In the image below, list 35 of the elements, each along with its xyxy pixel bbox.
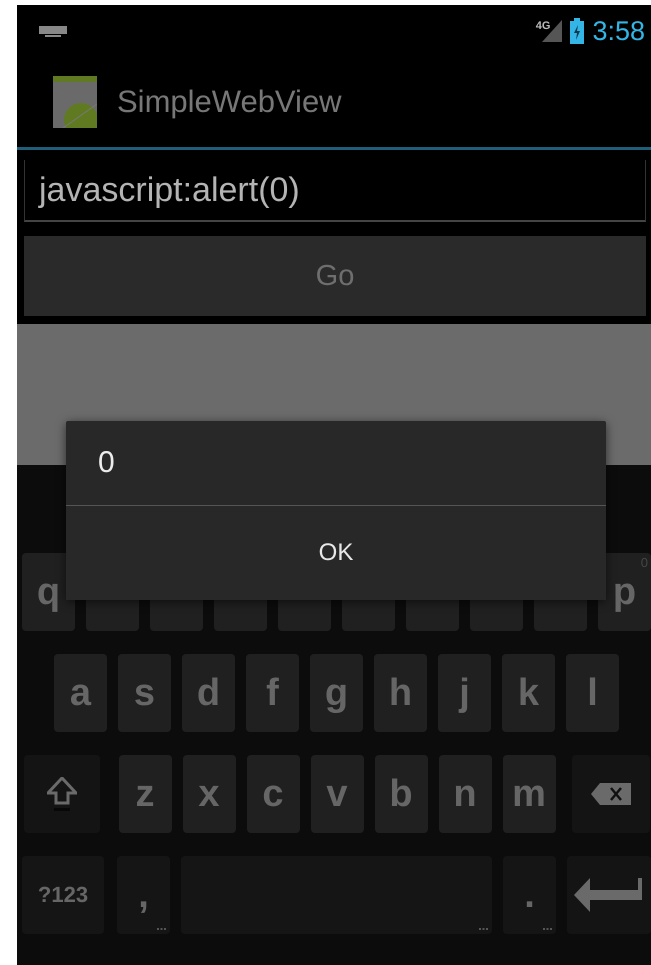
key[interactable]: k bbox=[502, 654, 555, 732]
key[interactable]: s bbox=[118, 654, 171, 732]
clock: 3:58 bbox=[592, 15, 645, 47]
key[interactable]: q bbox=[22, 553, 75, 631]
key[interactable]: v bbox=[310, 755, 364, 833]
enter-key[interactable] bbox=[567, 856, 651, 934]
key[interactable]: m bbox=[502, 755, 556, 833]
key[interactable]: c bbox=[246, 755, 300, 833]
ok-button[interactable]: OK bbox=[66, 506, 606, 600]
backspace-key[interactable] bbox=[572, 755, 650, 833]
key[interactable]: a bbox=[54, 654, 107, 732]
network-label: 4G bbox=[536, 20, 550, 32]
enter-arrow-icon bbox=[574, 876, 644, 914]
keyboard-icon bbox=[39, 25, 67, 37]
go-button[interactable]: Go bbox=[24, 236, 646, 316]
shift-key[interactable] bbox=[24, 755, 100, 833]
key[interactable]: z bbox=[118, 755, 172, 833]
symbols-key[interactable]: ?123 bbox=[22, 856, 104, 934]
key[interactable]: . bbox=[503, 856, 556, 934]
key[interactable]: b bbox=[374, 755, 428, 833]
shift-icon bbox=[46, 777, 76, 811]
key[interactable]: x bbox=[182, 755, 236, 833]
key[interactable]: g bbox=[310, 654, 363, 732]
backspace-icon bbox=[590, 783, 630, 805]
key[interactable]: n bbox=[438, 755, 492, 833]
key[interactable]: d bbox=[182, 654, 235, 732]
app-icon bbox=[53, 76, 97, 128]
key[interactable]: , bbox=[117, 856, 170, 934]
key[interactable]: l bbox=[566, 654, 619, 732]
key[interactable]: h bbox=[374, 654, 427, 732]
battery-icon bbox=[570, 18, 584, 44]
key[interactable]: f bbox=[246, 654, 299, 732]
app-title: SimpleWebView bbox=[117, 84, 342, 120]
key[interactable]: j bbox=[438, 654, 491, 732]
url-field[interactable]: javascript:alert(0) bbox=[24, 160, 646, 222]
